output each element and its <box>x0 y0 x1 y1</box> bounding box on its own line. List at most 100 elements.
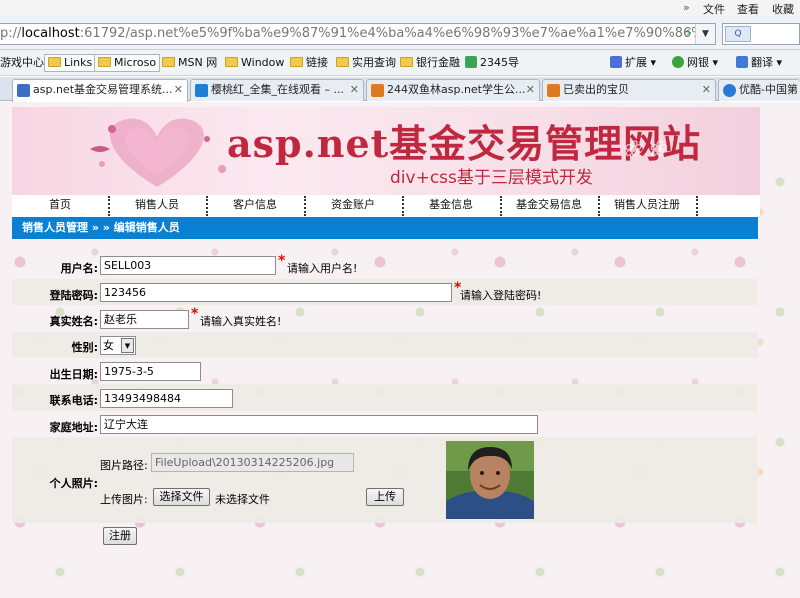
row-photo: 个人照片: 图片路径: FileUpload\20130314225206.jp… <box>12 437 758 523</box>
ext-extensions[interactable]: 扩展 ▾ <box>610 54 656 72</box>
close-tab-icon[interactable]: ✕ <box>174 80 183 100</box>
row-password: 登陆密码: 123456 * 请输入登陆密码! <box>12 279 758 305</box>
username-hint: 请输入用户名! <box>287 262 358 275</box>
fav-links[interactable]: Links <box>44 54 97 72</box>
url-input[interactable]: p://localhost:61792/asp.net%e5%9f%ba%e9%… <box>0 23 716 45</box>
main-nav: 首页 销售人员 客户信息 资金账户 基金信息 基金交易信息 销售人员注册 <box>12 195 760 217</box>
phone-label: 联系电话: <box>49 394 98 407</box>
fav-windows[interactable]: Window <box>225 54 284 72</box>
nav-fund-info[interactable]: 基金信息 <box>403 195 499 217</box>
menu-favorites[interactable]: 收藏 <box>772 1 794 17</box>
profile-photo <box>446 441 534 519</box>
fav-msn[interactable]: MSN 网 <box>162 54 217 72</box>
tab-sold-items[interactable]: 已卖出的宝贝 ✕ <box>542 79 716 101</box>
realname-hint: 请输入真实姓名! <box>200 315 282 328</box>
fav-tools[interactable]: 实用查询 <box>336 54 396 72</box>
username-input[interactable]: SELL003 <box>100 256 276 275</box>
password-label: 登陆密码: <box>49 289 98 302</box>
close-tab-icon[interactable]: ✕ <box>526 80 535 100</box>
nav-staff-register[interactable]: 销售人员注册 <box>599 195 695 217</box>
tab-cherry-red[interactable]: 樱桃红_全集_在线观看 – ... ✕ <box>190 79 364 101</box>
password-hint: 请输入登陆密码! <box>460 289 542 302</box>
address-bar: p://localhost:61792/asp.net%e5%9f%ba%e9%… <box>0 16 800 50</box>
row-realname: 真实姓名: 赵老乐 * 请输入真实姓名! <box>12 305 758 332</box>
nav-customers[interactable]: 客户信息 <box>207 195 303 217</box>
row-birthdate: 出生日期: 1975-3-5 <box>12 358 758 384</box>
username-label: 用户名: <box>60 262 98 275</box>
site-icon <box>465 56 477 68</box>
search-engine-icon[interactable]: Q <box>725 26 751 42</box>
photo-path-input[interactable]: FileUpload\20130314225206.jpg <box>151 453 354 472</box>
nav-fund-trades[interactable]: 基金交易信息 <box>501 195 597 217</box>
banner-watermark-icon: ❀ ❀ <box>622 137 666 162</box>
video-site-icon <box>195 84 208 97</box>
tab-label: 优酷-中国第 <box>739 83 798 96</box>
upload-label: 上传图片: <box>100 493 148 506</box>
tab-fund-system[interactable]: asp.net基金交易管理系统... ✕ <box>12 79 188 102</box>
taobao-icon <box>371 84 384 97</box>
fav-microsoft[interactable]: Microso <box>94 54 161 72</box>
fav-game-center[interactable]: 游戏中心 <box>0 54 44 72</box>
tab-bar: asp.net基金交易管理系统... ✕ 樱桃红_全集_在线观看 – ... ✕… <box>0 77 800 102</box>
address-input[interactable]: 辽宁大连 <box>100 415 538 434</box>
tab-label: 已卖出的宝贝 <box>563 83 629 96</box>
ext-translate[interactable]: 翻译 ▾ <box>736 54 782 72</box>
site-banner: asp.net基金交易管理网站 div+css基于三层模式开发 ❀ ❀ <box>12 107 760 195</box>
register-submit-button[interactable]: 注册 <box>103 527 137 545</box>
url-host: localhost <box>21 26 80 41</box>
row-username: 用户名: SELL003 * 请输入用户名! <box>12 253 758 279</box>
chevron-down-icon[interactable]: ▼ <box>121 338 134 353</box>
ext-ebank[interactable]: 网银 ▾ <box>672 54 718 72</box>
birth-input[interactable]: 1975-3-5 <box>100 362 201 381</box>
folder-icon <box>290 57 303 67</box>
folder-icon <box>400 57 413 67</box>
phone-input[interactable]: 13493498484 <box>100 389 233 408</box>
row-address: 家庭地址: 辽宁大连 <box>12 411 758 437</box>
tab-label: asp.net基金交易管理系统... <box>33 83 173 96</box>
nav-separator <box>696 196 698 216</box>
required-mark: * <box>191 306 199 322</box>
url-path: :61792/asp.net%e5%9f%ba%e9%87%91%e4%ba%a… <box>79 26 712 41</box>
browser-menubar: » 文件 查看 收藏 <box>0 0 800 16</box>
speed-mode-icon[interactable]: ⚡ <box>684 24 693 44</box>
fav-2345[interactable]: 2345导 <box>465 54 519 72</box>
choose-file-button[interactable]: 选择文件 <box>153 488 210 506</box>
row-gender: 性别: 女 ▼ <box>12 332 758 358</box>
row-submit: 注册 <box>12 523 758 549</box>
search-box[interactable]: Q <box>722 23 800 45</box>
menu-overflow-icon[interactable]: » <box>683 1 690 14</box>
realname-input[interactable]: 赵老乐 <box>100 310 189 329</box>
bank-icon <box>672 56 684 68</box>
birth-label: 出生日期: <box>49 368 98 381</box>
close-tab-icon[interactable]: ✕ <box>702 80 711 100</box>
no-file-text: 未选择文件 <box>215 493 270 506</box>
tab-student-system[interactable]: 244双鱼林asp.net学生公... ✕ <box>366 79 540 101</box>
fav-links-cn[interactable]: 链接 <box>290 54 328 72</box>
nav-sales-staff[interactable]: 销售人员 <box>109 195 205 217</box>
breadcrumb: 销售人员管理 » » 编辑销售人员 <box>12 217 758 239</box>
fav-banking[interactable]: 银行金融 <box>400 54 460 72</box>
tab-label: 樱桃红_全集_在线观看 – ... <box>211 83 344 96</box>
page-icon <box>17 84 30 97</box>
folder-icon <box>48 57 61 67</box>
favorites-bar: 游戏中心 Links Microso MSN 网 Window 链接 实用查询 … <box>0 50 800 76</box>
grid-icon <box>610 56 622 68</box>
gender-select[interactable]: 女 ▼ <box>100 336 136 355</box>
close-tab-icon[interactable]: ✕ <box>350 80 359 100</box>
page-viewport: asp.net基金交易管理网站 div+css基于三层模式开发 ❀ ❀ 首页 销… <box>0 102 800 598</box>
youku-icon <box>723 84 736 97</box>
photo-label: 个人照片: <box>49 477 98 490</box>
upload-button[interactable]: 上传 <box>366 488 404 506</box>
password-input[interactable]: 123456 <box>100 283 452 302</box>
folder-icon <box>336 57 349 67</box>
required-mark: * <box>278 253 286 269</box>
tab-youku[interactable]: 优酷-中国第 <box>718 79 800 101</box>
taobao-icon <box>547 84 560 97</box>
menu-file[interactable]: 文件 <box>703 1 725 17</box>
address-label: 家庭地址: <box>49 421 98 434</box>
nav-home[interactable]: 首页 <box>12 195 108 217</box>
menu-view[interactable]: 查看 <box>737 1 759 17</box>
gender-selected-value: 女 <box>103 339 114 352</box>
nav-fund-accounts[interactable]: 资金账户 <box>305 195 401 217</box>
url-dropdown-icon[interactable]: ▼ <box>695 24 715 44</box>
